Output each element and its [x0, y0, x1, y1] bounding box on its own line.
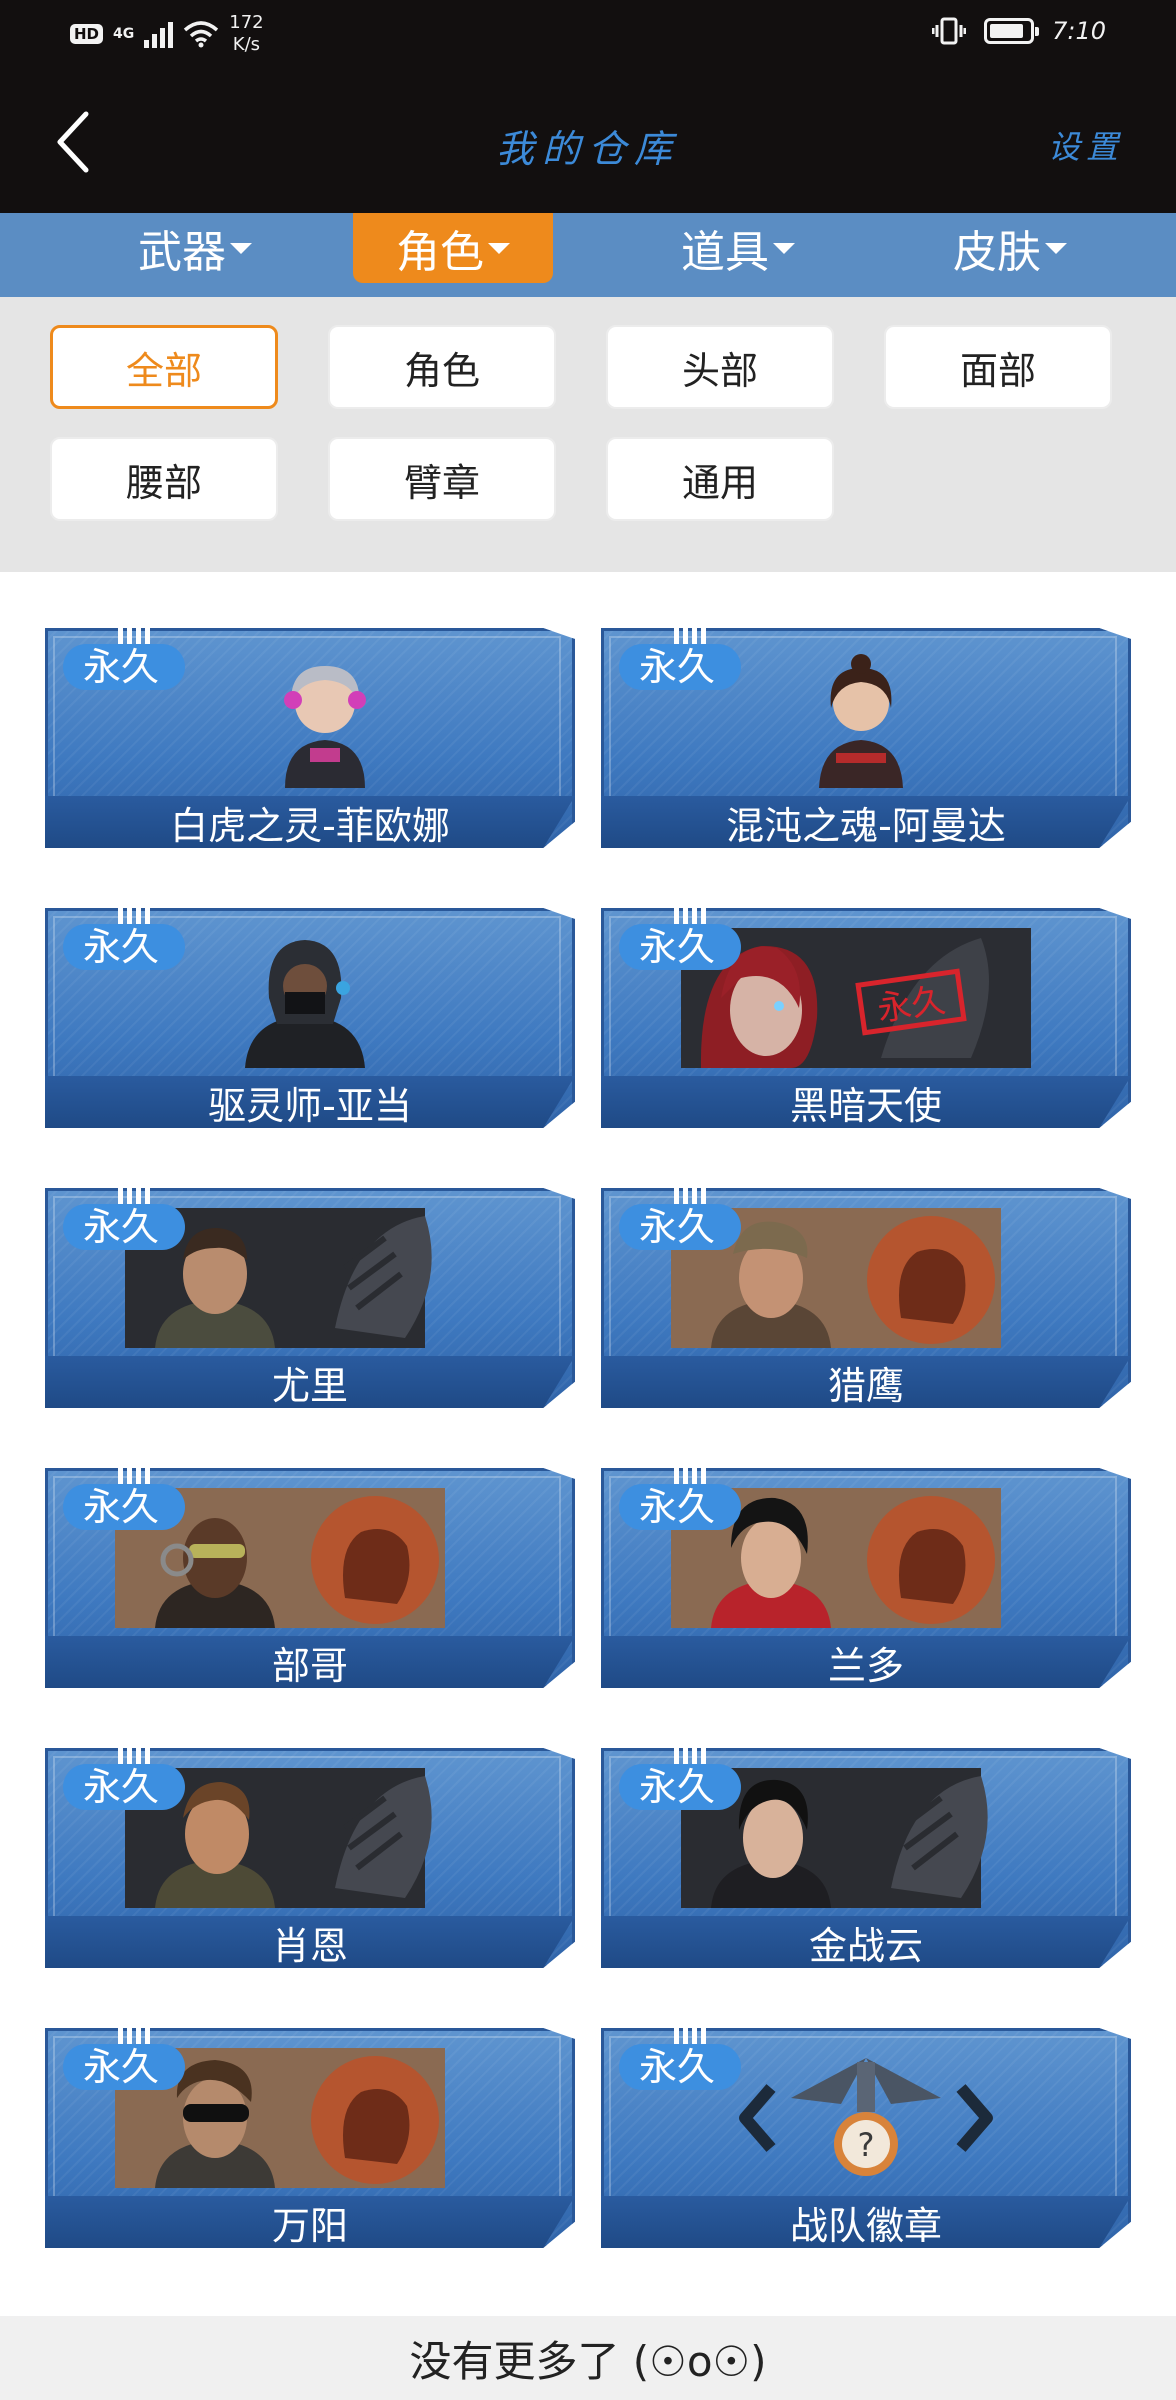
tab-label: 皮肤 [953, 227, 1041, 278]
item-card[interactable]: 永久 尤里 [45, 1188, 575, 1408]
page-title: 我的仓库 [495, 127, 680, 171]
item-card[interactable]: 永久 兰多 [601, 1468, 1131, 1688]
filter-chip-all[interactable]: 全部 [50, 325, 278, 409]
permanent-badge: 永久 [63, 644, 186, 690]
permanent-badge: 永久 [63, 1484, 186, 1530]
item-name: 金战云 [601, 1916, 1131, 1968]
network-speed-value: 172 [229, 12, 264, 33]
caret-down-icon [488, 242, 510, 254]
character-portrait [245, 940, 365, 1068]
permanent-badge: 永久 [619, 2044, 742, 2090]
item-name: 战队徽章 [601, 2196, 1131, 2248]
item-card[interactable]: 永久 混沌之魂-阿曼达 [601, 628, 1131, 848]
item-name: 黑暗天使 [601, 1076, 1131, 1128]
tab-label: 道具 [681, 227, 769, 278]
item-name: 部哥 [45, 1636, 575, 1688]
tab-label: 角色 [396, 227, 484, 278]
hd-badge: HD [70, 24, 104, 44]
tab-characters[interactable]: 角色 [353, 213, 553, 283]
permanent-badge: 永久 [63, 2044, 186, 2090]
item-name: 白虎之灵-菲欧娜 [45, 796, 575, 848]
filter-chip-head[interactable]: 头部 [606, 325, 834, 409]
item-name: 兰多 [601, 1636, 1131, 1688]
permanent-badge: 永久 [63, 924, 186, 970]
team-badge-icon: ? [739, 2058, 993, 2176]
item-name: 猎鹰 [601, 1356, 1131, 1408]
item-name: 万阳 [45, 2196, 575, 2248]
item-card[interactable]: 永久 部哥 [45, 1468, 575, 1688]
network-type: 4G [113, 26, 135, 42]
wifi-icon [184, 21, 219, 48]
category-tab-bar: 武器 角色 道具 皮肤 [0, 213, 1176, 297]
permanent-badge: 永久 [619, 644, 742, 690]
clock: 7:10 [1052, 17, 1106, 45]
character-portrait [284, 666, 366, 788]
permanent-badge: 永久 [619, 1204, 742, 1250]
item-card[interactable]: 永久 猎鹰 [601, 1188, 1131, 1408]
status-bar: HD 4G 172 K/s 7:10 [0, 0, 1176, 70]
network-speed-unit: K/s [232, 34, 261, 55]
filter-chip-character[interactable]: 角色 [328, 325, 556, 409]
item-card[interactable]: 永久 万阳 [45, 2028, 575, 2248]
tab-items[interactable]: 道具 [638, 213, 838, 283]
item-card[interactable]: ? 永久 战队徽章 [601, 2028, 1131, 2248]
network-speed: 172 K/s [229, 12, 263, 56]
item-card[interactable]: 永久 金战云 [601, 1748, 1131, 1968]
item-card[interactable]: 永久 驱灵师-亚当 [45, 908, 575, 1128]
end-of-list-text: 没有更多了 (☉o☉) [0, 2316, 1176, 2400]
item-name: 混沌之魂-阿曼达 [601, 796, 1131, 848]
permanent-badge: 永久 [619, 1484, 742, 1530]
filter-chip-general[interactable]: 通用 [606, 437, 834, 521]
permanent-badge: 永久 [619, 1764, 742, 1810]
item-name: 肖恩 [45, 1916, 575, 1968]
filter-chip-waist[interactable]: 腰部 [50, 437, 278, 521]
battery-icon [984, 18, 1040, 44]
item-card[interactable]: 永久 白虎之灵-菲欧娜 [45, 628, 575, 848]
item-card[interactable]: 永久 肖恩 [45, 1748, 575, 1968]
filter-panel: 全部 角色 头部 面部 腰部 臂章 通用 [0, 297, 1176, 572]
vibrate-icon [932, 17, 967, 45]
app-header: 我的仓库 设置 [0, 70, 1176, 213]
settings-button[interactable]: 设置 [1048, 122, 1124, 168]
filter-chip-face[interactable]: 面部 [884, 325, 1112, 409]
filter-chip-armband[interactable]: 臂章 [328, 437, 556, 521]
permanent-badge: 永久 [63, 1204, 186, 1250]
status-bar-left: HD 4G 172 K/s [70, 12, 264, 56]
signal-icon [144, 20, 174, 48]
character-portrait [819, 654, 903, 788]
caret-down-icon [1045, 242, 1067, 254]
caret-down-icon [230, 242, 252, 254]
permanent-badge: 永久 [619, 924, 742, 970]
tab-label: 武器 [138, 227, 226, 278]
tab-weapons[interactable]: 武器 [95, 213, 295, 283]
item-card[interactable]: 永久 永久 黑暗天使 [601, 908, 1131, 1128]
status-bar-right: 7:10 [932, 16, 1106, 46]
badge-question-mark: ? [858, 2126, 875, 2164]
item-name: 尤里 [45, 1356, 575, 1408]
permanent-badge: 永久 [63, 1764, 186, 1810]
caret-down-icon [773, 242, 795, 254]
item-name: 驱灵师-亚当 [45, 1076, 575, 1128]
tab-skins[interactable]: 皮肤 [910, 213, 1110, 283]
